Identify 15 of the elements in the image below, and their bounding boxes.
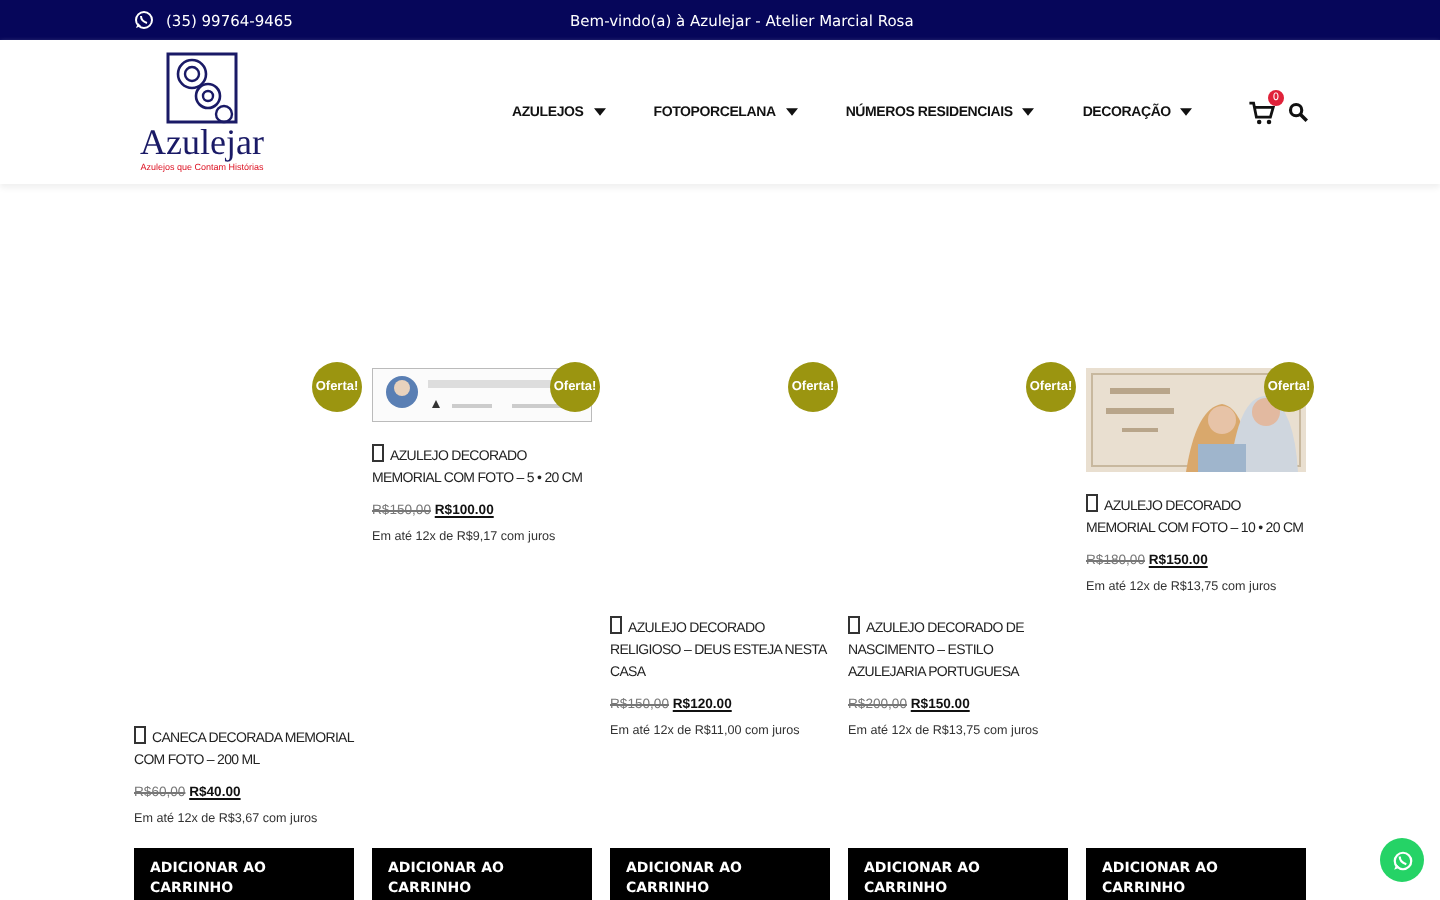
caret-icon — [1180, 108, 1193, 116]
missing-glyph-icon — [372, 444, 384, 462]
missing-glyph-icon — [1086, 494, 1098, 512]
missing-glyph-icon — [134, 726, 146, 744]
missing-glyph-icon — [610, 616, 622, 634]
whatsapp-icon — [1391, 849, 1413, 871]
cart-icon[interactable] — [1248, 99, 1276, 125]
caret-icon — [593, 108, 606, 116]
logo-icon[interactable] — [166, 51, 238, 123]
caret-icon — [1022, 108, 1035, 116]
whatsapp-icon — [134, 10, 154, 30]
logo-text[interactable]: Azulejar — [140, 123, 264, 159]
missing-glyph-icon — [848, 616, 860, 634]
caret-icon — [785, 108, 798, 116]
search-icon[interactable] — [1288, 102, 1308, 122]
